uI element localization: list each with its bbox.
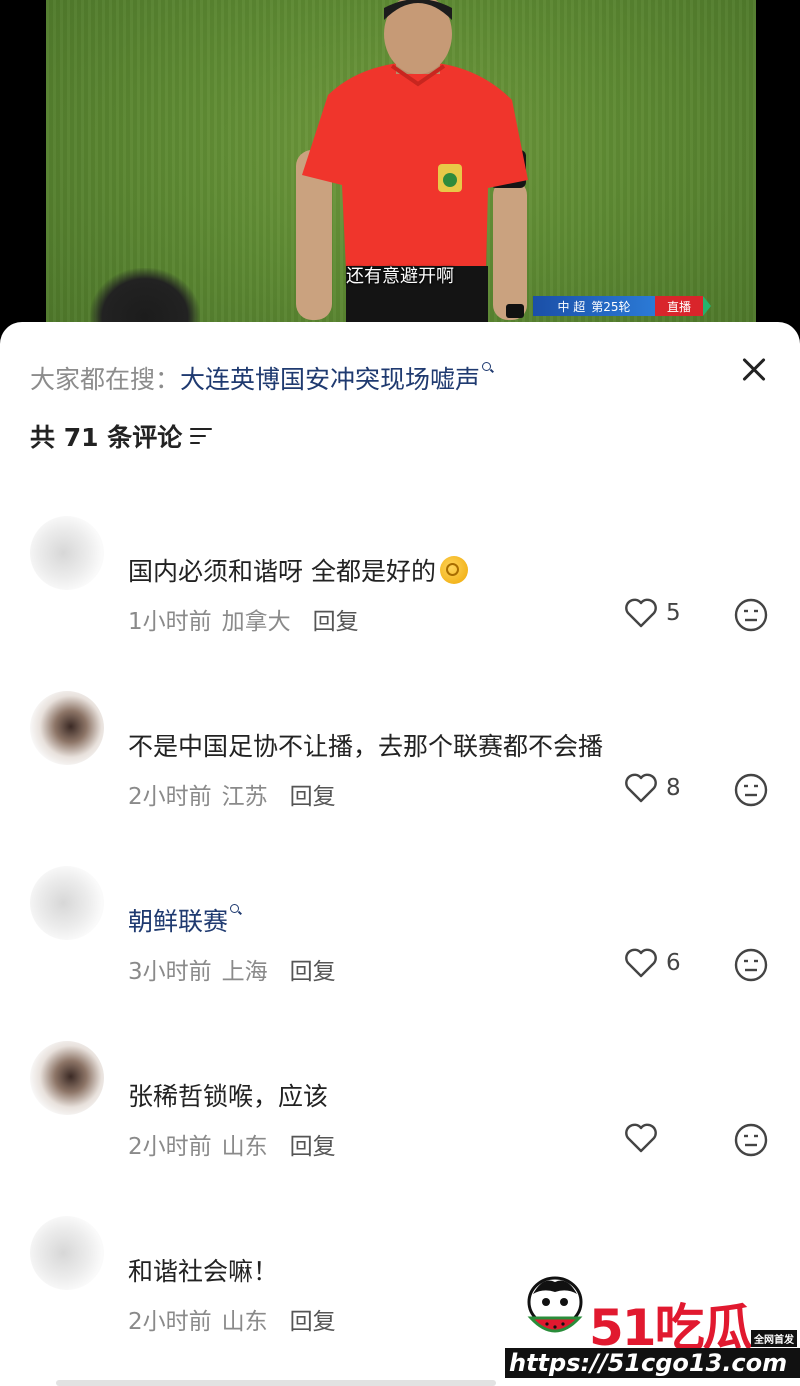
video-player[interactable]: 还有意避开啊 中 超 第25轮 直播: [0, 0, 800, 360]
search-icon: [482, 362, 494, 374]
comment-meta: 2小时前 江苏 回复: [128, 777, 336, 811]
live-badge: 直播: [655, 296, 703, 316]
like-count: 8: [666, 775, 681, 801]
watermelon-mascot-icon: [527, 1276, 583, 1333]
comment-item: 不是中国足协不让播，去那个联赛都不会播 2小时前 江苏 回复 8: [0, 691, 800, 841]
heart-icon: [625, 598, 657, 628]
like-button[interactable]: 8: [624, 773, 681, 803]
comment-meta: 3小时前 上海 回复: [128, 952, 336, 986]
avatar[interactable]: [30, 866, 104, 940]
avatar[interactable]: [30, 1216, 104, 1290]
league-round: 第25轮: [591, 299, 631, 314]
comment-meta: 2小时前 山东 回复: [128, 1302, 336, 1336]
match-score-bug: 中 超 第25轮 直播: [533, 296, 711, 316]
reply-button[interactable]: 回复: [290, 952, 336, 986]
comment-text[interactable]: 朝鲜联赛: [128, 902, 242, 938]
comment-body-link[interactable]: 朝鲜联赛: [128, 907, 228, 936]
comment-time: 1小时前: [128, 609, 212, 635]
comment-item: 国内必须和谐呀 全都是好的 1小时前 加拿大 回复 5: [0, 516, 800, 666]
site-watermark: 51吃瓜 全网首发 https://51cgo13.com: [505, 1270, 800, 1386]
reply-button[interactable]: 回复: [290, 777, 336, 811]
comment-location: 加拿大: [221, 609, 291, 635]
comment-location: 山东: [221, 1309, 268, 1335]
like-button[interactable]: 6: [624, 948, 681, 978]
reply-button[interactable]: 回复: [313, 602, 359, 636]
filter-icon[interactable]: [190, 427, 214, 445]
comment-item: 朝鲜联赛 3小时前 上海 回复 6: [0, 866, 800, 1016]
comment-time: 2小时前: [128, 784, 212, 810]
reply-button[interactable]: 回复: [290, 1127, 336, 1161]
avatar[interactable]: [30, 516, 104, 590]
dislike-face-icon[interactable]: [734, 948, 768, 982]
hot-search-prefix: 大家都在搜：: [30, 365, 181, 394]
avatar[interactable]: [30, 1041, 104, 1115]
comment-meta: 2小时前 山东 回复: [128, 1127, 336, 1161]
like-button[interactable]: 5: [624, 598, 681, 628]
referee-figure: [296, 0, 528, 360]
comment-location: 江苏: [221, 784, 268, 810]
comment-text: 张稀哲锁喉，应该: [128, 1082, 329, 1111]
comment-body: 国内必须和谐呀 全都是好的: [128, 557, 436, 586]
comment-location: 上海: [221, 959, 268, 985]
comment-text: 不是中国足协不让播，去那个联赛都不会播: [128, 732, 604, 761]
comments-sheet: 大家都在搜：大连英博国安冲突现场嘘声 共 71 条评论 国内必须和谐呀 全都是好…: [0, 322, 800, 1386]
badge-arrow-icon: [703, 296, 711, 316]
heart-icon: [625, 1123, 657, 1153]
heart-icon: [625, 948, 657, 978]
close-icon[interactable]: [736, 352, 772, 388]
avatar[interactable]: [30, 691, 104, 765]
comment-meta: 1小时前 加拿大 回复: [128, 602, 359, 636]
dislike-face-icon[interactable]: [734, 773, 768, 807]
comment-text: 和谐社会嘛！: [128, 1257, 279, 1286]
reply-button[interactable]: 回复: [290, 1302, 336, 1336]
comment-item: 张稀哲锁喉，应该 2小时前 山东 回复: [0, 1041, 800, 1191]
league-label: 中 超 第25轮: [533, 296, 655, 316]
comment-count: 共 71 条评论: [30, 423, 183, 452]
comment-text: 国内必须和谐呀 全都是好的: [128, 552, 468, 588]
like-count: 5: [666, 600, 681, 626]
comment-time: 2小时前: [128, 1134, 212, 1160]
ok-hand-emoji-icon: [439, 556, 468, 584]
dislike-face-icon[interactable]: [734, 598, 768, 632]
heart-icon: [625, 773, 657, 803]
like-count: 6: [666, 950, 681, 976]
comment-location: 山东: [221, 1134, 268, 1160]
like-button[interactable]: [624, 1123, 666, 1153]
dislike-face-icon[interactable]: [734, 1123, 768, 1157]
comment-time: 3小时前: [128, 959, 212, 985]
search-icon: [230, 904, 242, 916]
watermark-badge: 全网首发: [751, 1330, 797, 1347]
home-indicator: [56, 1380, 496, 1386]
video-subtitle: 还有意避开啊: [346, 266, 454, 287]
league-name: 中 超: [557, 299, 586, 314]
hot-search-bar[interactable]: 大家都在搜：大连英博国安冲突现场嘘声: [30, 360, 494, 396]
hot-search-query[interactable]: 大连英博国安冲突现场嘘声: [180, 365, 480, 394]
comment-time: 2小时前: [128, 1309, 212, 1335]
comment-count-header: 共 71 条评论: [30, 418, 214, 454]
watermark-url: https://51cgo13.com: [505, 1348, 800, 1378]
